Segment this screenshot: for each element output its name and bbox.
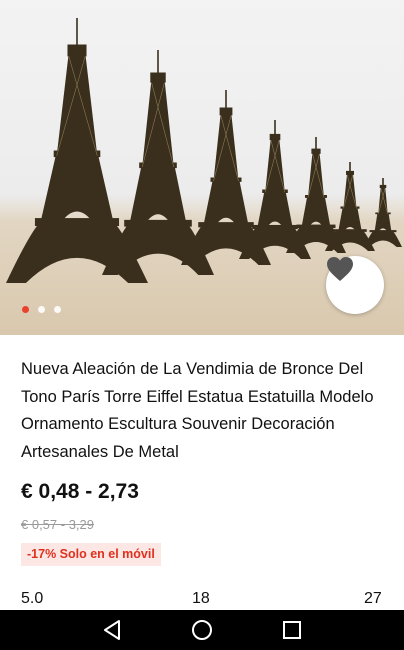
favorite-button[interactable] (326, 256, 384, 314)
recents-square-icon[interactable] (280, 618, 304, 642)
home-circle-icon[interactable] (190, 618, 214, 642)
gallery-dot (54, 306, 61, 313)
image-pagination-dots (22, 306, 61, 313)
orders-count: 27 (364, 590, 382, 607)
back-triangle-icon[interactable] (101, 618, 125, 642)
eiffel-tower-figurine (364, 178, 402, 247)
gallery-dot (22, 306, 29, 313)
mobile-discount-badge: -17% Solo en el móvil (21, 543, 161, 566)
product-title: Nueva Aleación de La Vendimia de Bronce … (21, 360, 374, 461)
rating-value: 5.0 (21, 590, 44, 607)
reviews-count[interactable]: 18 (192, 590, 210, 608)
android-navigation-bar (0, 610, 404, 650)
original-price: € 0,57 - 3,29 (21, 517, 94, 532)
price-range: € 0,48 - 2,73 (21, 480, 139, 503)
eiffel-tower-figurine (325, 162, 375, 251)
product-image[interactable] (0, 0, 404, 335)
gallery-dot (38, 306, 45, 313)
